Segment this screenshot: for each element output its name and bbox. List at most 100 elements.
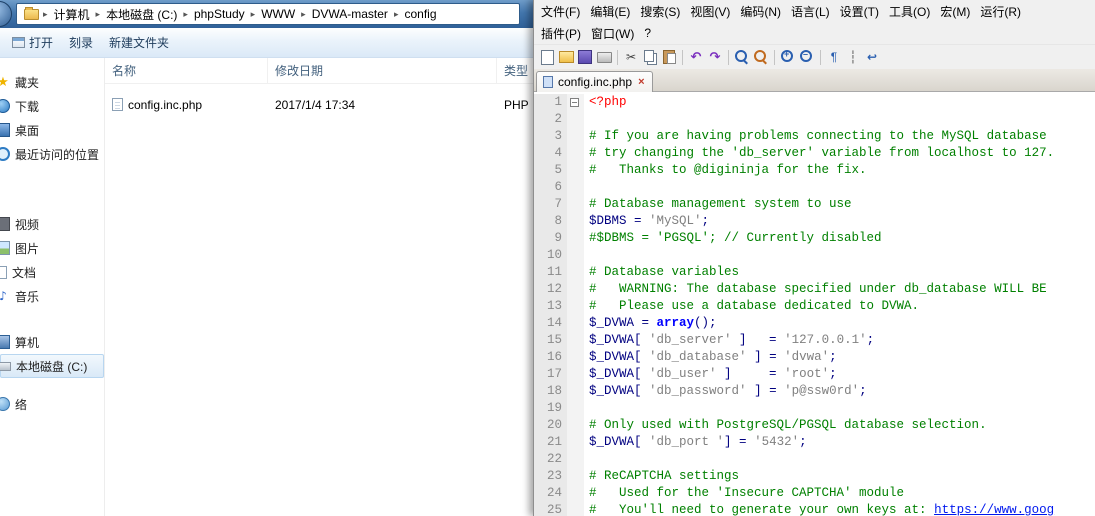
address-bar[interactable]: 计算机本地磁盘 (C:) phpStudy WWW DVWA-master config — [16, 3, 520, 25]
code-text: #$DBMS = 'PGSQL'; // Currently disabled — [584, 230, 882, 247]
toolbar-separator — [774, 50, 775, 65]
code-text: $_DVWA[ 'db_database' ] = 'dvwa'; — [584, 349, 837, 366]
code-text: # Only used with PostgreSQL/PGSQL databa… — [584, 417, 987, 434]
breadcrumb-item[interactable]: DVWA-master — [307, 7, 393, 21]
find-icon[interactable] — [733, 48, 751, 66]
word-wrap-icon[interactable] — [863, 48, 881, 66]
menu-item[interactable]: 工具(O) — [884, 1, 935, 22]
zoom-in-icon[interactable] — [779, 48, 797, 66]
code-text: # Thanks to @digininja for the fix. — [584, 162, 867, 179]
column-header[interactable]: 名称 — [105, 58, 268, 83]
code-line: 17$_DVWA[ 'db_user' ] = 'root'; — [534, 366, 1095, 383]
sidebar-item[interactable]: 络 — [0, 392, 104, 416]
fold-margin — [567, 111, 584, 128]
line-number: 11 — [534, 264, 567, 281]
new-folder-button[interactable]: 新建文件夹 — [101, 31, 177, 54]
burn-button[interactable]: 刻录 — [61, 31, 101, 54]
breadcrumb-item[interactable]: WWW — [256, 7, 300, 21]
undo-icon[interactable] — [687, 48, 705, 66]
code-text: # Please use a database dedicated to DVW… — [584, 298, 919, 315]
code-token: ; — [799, 435, 807, 449]
copy-icon[interactable] — [641, 48, 659, 66]
code-line: 13# Please use a database dedicated to D… — [534, 298, 1095, 315]
code-line: 8$DBMS = 'MySQL'; — [534, 213, 1095, 230]
code-text: # WARNING: The database specified under … — [584, 281, 1047, 298]
code-token: #$DBMS = 'PGSQL'; // Currently disabled — [589, 231, 882, 245]
sidebar-item[interactable]: 视频 — [0, 212, 104, 236]
column-header[interactable]: 类型 — [497, 58, 533, 83]
fold-margin — [567, 451, 584, 468]
menu-item[interactable]: 运行(R) — [975, 1, 1026, 22]
sidebar-item-label: 本地磁盘 (C:) — [16, 358, 87, 375]
menu-item[interactable]: 插件(P) — [536, 23, 586, 44]
sidebar-item[interactable]: 文档 — [0, 260, 104, 284]
menu-item[interactable]: 视图(V) — [685, 1, 735, 22]
code-token: [ — [634, 350, 649, 364]
menu-item[interactable]: 编辑(E) — [585, 1, 635, 22]
code-token: = — [627, 214, 650, 228]
print-icon[interactable] — [595, 48, 613, 66]
file-row[interactable]: config.inc.php2017/1/4 17:34PHP — [105, 94, 533, 115]
menu-item[interactable]: 窗口(W) — [586, 23, 639, 44]
tab-close-icon[interactable] — [637, 77, 645, 88]
code-token: ] = — [724, 435, 754, 449]
menu-item[interactable]: 宏(M) — [935, 1, 975, 22]
breadcrumb-item[interactable]: 本地磁盘 (C:) — [101, 6, 182, 23]
sidebar-item[interactable]: 图片 — [0, 236, 104, 260]
fold-margin — [567, 128, 584, 145]
menu-item[interactable]: 搜索(S) — [635, 1, 685, 22]
menu-item[interactable]: ? — [639, 24, 656, 42]
menu-item[interactable]: 文件(F) — [536, 1, 585, 22]
redo-icon[interactable] — [706, 48, 724, 66]
code-token: # Thanks to @digininja for the fix. — [589, 163, 867, 177]
code-token: 'db_database' — [649, 350, 747, 364]
open-button[interactable]: 打开 — [4, 31, 61, 54]
code-line: 12# WARNING: The database specified unde… — [534, 281, 1095, 298]
code-line: 3# If you are having problems connecting… — [534, 128, 1095, 145]
breadcrumb-item[interactable]: 计算机 — [49, 6, 95, 23]
back-button[interactable] — [0, 1, 12, 27]
zoom-out-icon[interactable] — [798, 48, 816, 66]
explorer-titlebar: 计算机本地磁盘 (C:) phpStudy WWW DVWA-master config — [0, 0, 533, 28]
fold-margin — [567, 417, 584, 434]
column-header[interactable]: 修改日期 — [268, 58, 497, 83]
tab-config-inc-php[interactable]: config.inc.php — [536, 71, 653, 92]
code-editor[interactable]: 1<?php23# If you are having problems con… — [534, 92, 1095, 516]
code-line: 10 — [534, 247, 1095, 264]
code-token: ; — [702, 214, 710, 228]
indent-guide-icon[interactable] — [844, 48, 862, 66]
sidebar-item[interactable]: 本地磁盘 (C:) — [0, 354, 104, 378]
menu-item[interactable]: 语言(L) — [786, 1, 835, 22]
open-button-label: 打开 — [29, 34, 53, 51]
fold-margin — [567, 383, 584, 400]
sidebar-item[interactable]: 算机 — [0, 330, 104, 354]
code-token: ; — [829, 350, 837, 364]
sidebar-item[interactable]: 最近访问的位置 — [0, 142, 104, 166]
code-line: 24# Used for the 'Insecure CAPTCHA' modu… — [534, 485, 1095, 502]
breadcrumb-item[interactable]: phpStudy — [189, 7, 250, 21]
code-line: 9#$DBMS = 'PGSQL'; // Currently disabled — [534, 230, 1095, 247]
menu-item[interactable]: 编码(N) — [735, 1, 786, 22]
replace-icon[interactable] — [752, 48, 770, 66]
sidebar-item[interactable]: 下载 — [0, 94, 104, 118]
save-icon[interactable] — [576, 48, 594, 66]
paste-icon[interactable] — [660, 48, 678, 66]
cut-icon[interactable] — [622, 48, 640, 66]
code-token: 'MySQL' — [649, 214, 702, 228]
code-line: 25# You'll need to generate your own key… — [534, 502, 1095, 516]
sidebar-item[interactable]: 桌面 — [0, 118, 104, 142]
code-token: ] = — [747, 384, 785, 398]
breadcrumb-item[interactable]: config — [399, 7, 441, 21]
code-text: $_DVWA = array(); — [584, 315, 717, 332]
code-text: # try changing the 'db_server' variable … — [584, 145, 1054, 162]
code-token: '127.0.0.1' — [784, 333, 867, 347]
sidebar-item[interactable]: 藏夹 — [0, 70, 104, 94]
drive-icon — [0, 362, 11, 371]
new-file-icon[interactable] — [538, 48, 556, 66]
sidebar-item[interactable]: 音乐 — [0, 284, 104, 308]
show-all-chars-icon[interactable] — [825, 48, 843, 66]
fold-margin — [567, 315, 584, 332]
menu-item[interactable]: 设置(T) — [835, 1, 884, 22]
fold-collapse-icon[interactable] — [570, 98, 579, 107]
open-file-icon[interactable] — [557, 48, 575, 66]
